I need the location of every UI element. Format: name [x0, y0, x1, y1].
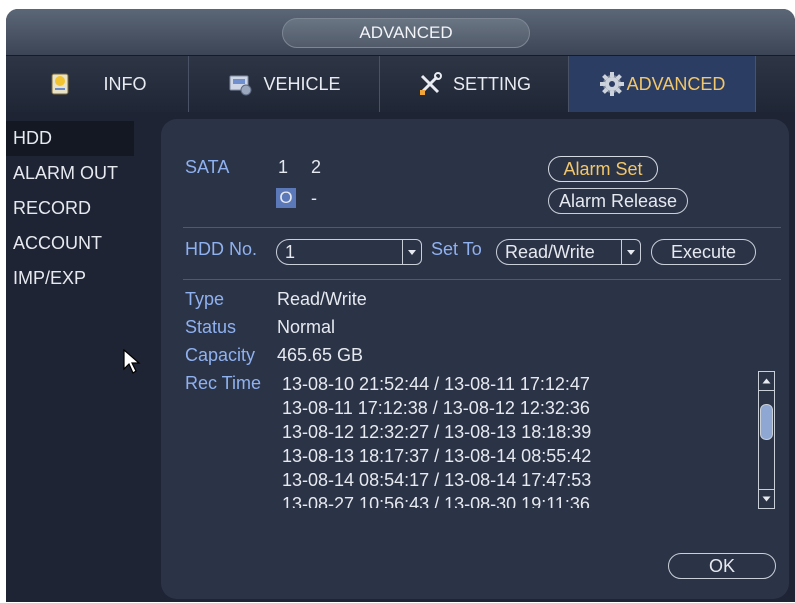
info-icon [48, 71, 74, 97]
sata-state-1[interactable]: O [276, 188, 296, 208]
hdd-no-select[interactable]: 1 [276, 239, 422, 265]
list-item: 13-08-10 21:52:44 / 13-08-11 17:12:47 [282, 374, 590, 394]
status-value: Normal [277, 317, 336, 337]
sata-label: SATA [185, 157, 230, 177]
sidebar-item-hdd[interactable]: HDD [6, 121, 134, 156]
capacity-label: Capacity [185, 345, 256, 365]
list-item: 13-08-27 10:56:43 / 13-08-30 19:11:36 [282, 494, 590, 508]
sata-port-1: 1 [278, 157, 289, 177]
tab-advanced[interactable]: ADVANCED [569, 56, 756, 112]
scroll-up-arrow-icon[interactable] [759, 372, 774, 391]
rec-time-label: Rec Time [185, 373, 262, 393]
type-label: Type [185, 289, 225, 309]
alarm-set-button[interactable]: Alarm Set [548, 156, 658, 182]
tab-setting[interactable]: SETTING [380, 56, 569, 112]
capacity-value: 465.65 GB [277, 345, 364, 365]
tab-info-label: INFO [103, 73, 147, 94]
main-tab-bar: INFO VEHICLE SETTING ADVANCED [6, 55, 795, 112]
rec-time-scrollbar[interactable] [758, 371, 775, 509]
tab-vehicle[interactable]: VEHICLE [189, 56, 380, 112]
setting-tools-icon [417, 71, 443, 97]
set-to-label: Set To [431, 239, 482, 259]
status-label: Status [185, 317, 237, 337]
hdd-no-value: 1 [285, 242, 296, 262]
sidebar-item-account[interactable]: ACCOUNT [6, 226, 134, 261]
advanced-window: ADVANCED INFO VEHICLE SETTING ADVANCED H… [6, 9, 795, 602]
tab-setting-label: SETTING [452, 73, 531, 94]
rec-time-list[interactable]: 13-08-10 21:52:44 / 13-08-11 17:12:47 13… [282, 372, 752, 508]
vehicle-icon [227, 71, 253, 97]
set-to-select[interactable]: Read/Write [496, 239, 641, 265]
tab-info[interactable]: INFO [6, 56, 189, 112]
sidebar-item-imp-exp[interactable]: IMP/EXP [6, 261, 134, 296]
list-item: 13-08-14 08:54:17 / 13-08-14 17:47:53 [282, 470, 592, 490]
window-title: ADVANCED [282, 18, 530, 48]
chevron-down-icon [621, 240, 640, 264]
scroll-down-arrow-icon[interactable] [759, 489, 774, 508]
list-item: 13-08-12 12:32:27 / 13-08-13 18:18:39 [282, 422, 592, 442]
sidebar-item-alarm-out[interactable]: ALARM OUT [6, 156, 134, 191]
mouse-cursor-icon [123, 348, 141, 380]
chevron-down-icon [402, 240, 421, 264]
title-bar: ADVANCED [6, 9, 795, 55]
sata-state-2: - [311, 188, 317, 208]
type-value: Read/Write [277, 289, 367, 309]
ok-button[interactable]: OK [668, 553, 776, 579]
sata-port-2: 2 [311, 157, 322, 177]
divider [183, 279, 781, 280]
list-item: 13-08-13 18:17:37 / 13-08-14 08:55:42 [282, 446, 592, 466]
divider [183, 227, 781, 228]
hdd-no-label: HDD No. [185, 239, 258, 259]
set-to-value: Read/Write [505, 242, 595, 262]
execute-button[interactable]: Execute [651, 239, 756, 265]
hdd-panel: SATA 1 2 O - Alarm Set Alarm Release HDD… [161, 119, 789, 599]
alarm-release-button[interactable]: Alarm Release [548, 188, 688, 214]
scrollbar-thumb[interactable] [760, 404, 773, 440]
list-item: 13-08-11 17:12:38 / 13-08-12 12:32:36 [282, 398, 590, 418]
sidebar-item-record[interactable]: RECORD [6, 191, 134, 226]
tab-advanced-label: ADVANCED [626, 73, 726, 94]
sidebar: HDD ALARM OUT RECORD ACCOUNT IMP/EXP [6, 121, 134, 296]
tab-vehicle-label: VEHICLE [263, 73, 341, 94]
advanced-gear-icon [599, 71, 625, 97]
